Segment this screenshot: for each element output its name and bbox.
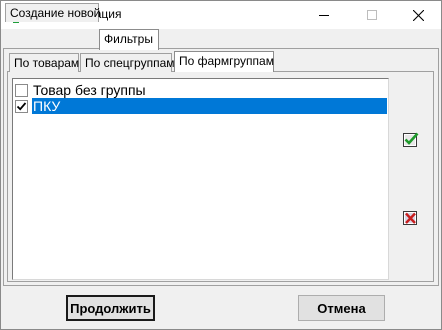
check-all-icon[interactable]: [402, 130, 420, 148]
continue-button[interactable]: Продолжить: [66, 295, 155, 321]
tab-by-pharm-groups[interactable]: По фармгруппам: [174, 51, 274, 72]
cancel-button[interactable]: Отмена: [298, 295, 385, 321]
minimize-button[interactable]: [301, 1, 347, 29]
item-checkbox[interactable]: [15, 83, 28, 97]
close-button[interactable]: [395, 1, 441, 29]
tab-by-goods[interactable]: По товарам: [9, 53, 79, 72]
list-item[interactable]: ПКУ: [15, 98, 387, 114]
dialog-window: Инвентаризация Создание новой Фильтры По…: [0, 0, 442, 330]
maximize-button[interactable]: [349, 1, 395, 29]
tab-filters[interactable]: Фильтры: [99, 29, 159, 50]
item-checkbox[interactable]: [15, 99, 28, 113]
uncheck-all-icon[interactable]: [402, 208, 420, 226]
pharm-group-list[interactable]: Товар без группы ПКУ: [12, 78, 389, 280]
list-item[interactable]: Товар без группы: [15, 82, 387, 98]
list-item-label: ПКУ: [32, 98, 387, 114]
list-item-label: Товар без группы: [33, 82, 146, 98]
tab-by-special-groups[interactable]: По спецгруппам: [80, 53, 175, 72]
tab-create-new[interactable]: Создание новой: [5, 3, 100, 22]
